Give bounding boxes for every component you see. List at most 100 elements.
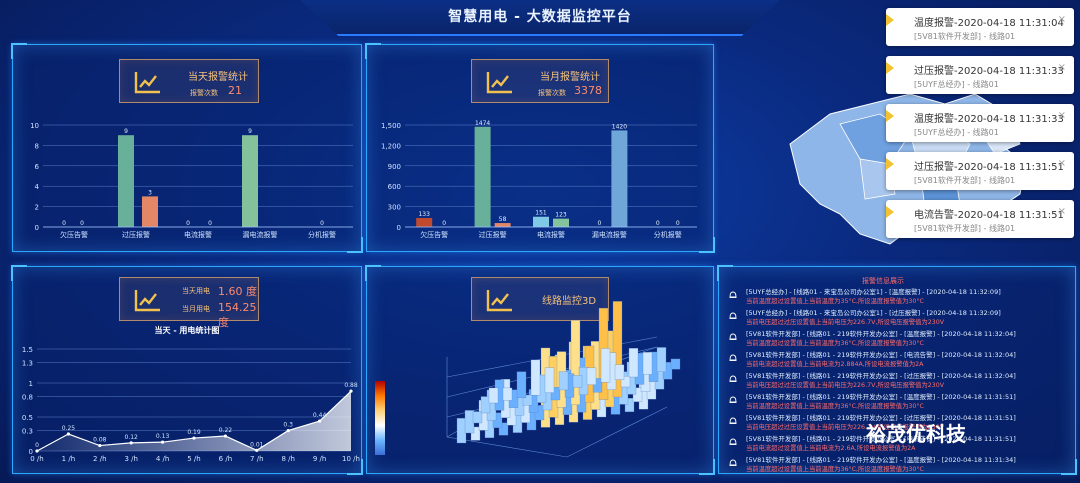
data-point <box>349 389 353 393</box>
y-tick-label: 2 <box>35 204 39 212</box>
data-label: 0 <box>442 220 446 227</box>
close-icon[interactable]: × <box>1058 62 1066 73</box>
bar <box>611 130 628 227</box>
bar-3d <box>600 348 611 383</box>
log-entry[interactable]: [5V81软件开发部] - [线路01 - 219软件开发办公室] - [温度报… <box>722 454 1076 476</box>
notification-title: 电流告警-2020-04-18 11:31:51 <box>914 210 1064 221</box>
data-label: 1420 <box>612 123 627 130</box>
bell-icon <box>729 396 737 403</box>
bar-3d <box>480 396 491 414</box>
bell-icon <box>729 291 737 298</box>
x-tick-label: 过压报警 <box>479 230 507 239</box>
bar-3d <box>614 364 625 380</box>
y-tick-label: 600 <box>388 183 401 191</box>
bar-3d <box>586 367 597 385</box>
bell-icon <box>729 333 737 340</box>
log-entry[interactable]: [5V81软件开发部] - [线路01 - 219软件开发办公室] - [温度报… <box>722 391 1076 413</box>
today-alarm-panel: 当天报警统计 报警次数 21 0 2 4 6 8 10 欠压告警 过压报警 电流报警 漏电流报警 分… <box>11 43 363 253</box>
close-icon[interactable]: × <box>1058 110 1066 121</box>
today-power-value: 1.60 度 <box>218 285 257 298</box>
x-tick-label: 8 /h <box>281 455 294 463</box>
y-tick-label: 8 <box>35 142 39 150</box>
notification-title: 温度报警-2020-04-18 11:31:33 <box>914 114 1064 125</box>
notification[interactable]: 电流告警-2020-04-18 11:31:51 [5V81软件开发部] - 线… <box>886 200 1074 238</box>
bar-3d <box>516 371 527 398</box>
x-tick-label: 9 /h <box>313 455 326 463</box>
x-tick-label: 欠压告警 <box>420 230 448 239</box>
x-tick-label: 过压报警 <box>122 230 150 239</box>
x-tick-label: 分机报警 <box>654 230 682 239</box>
data-label: 0 <box>35 442 39 449</box>
log-entry-text: [5UYF总经办] - [线路01 - 来宝岛公司办公室1] - [温度报警] … <box>746 288 1001 296</box>
watermark: 裕茂优科技 <box>866 422 966 446</box>
x-tick-label: 5 /h <box>187 455 200 463</box>
notification[interactable]: 过压报警-2020-04-18 11:31:33 [5UYF总经办] - 线路0… <box>886 56 1074 94</box>
notification[interactable]: 过压报警-2020-04-18 11:31:51 [5V81软件开发部] - 线… <box>886 152 1074 190</box>
y-tick-label: 1,200 <box>381 142 401 150</box>
y-tick-label: 1,500 <box>381 122 401 130</box>
close-icon[interactable]: × <box>1058 206 1066 217</box>
data-point <box>161 440 165 444</box>
notification-title: 过压报警-2020-04-18 11:31:33 <box>914 66 1064 77</box>
notification-source: [5V81软件开发部] - 线路01 <box>914 176 1016 185</box>
bar <box>416 217 433 227</box>
power-card: 当天用电 1.60 度 当月用电 154.25 度 <box>119 277 259 329</box>
notification-title: 温度报警-2020-04-18 11:31:04 <box>914 18 1064 29</box>
power-line-chart-wrap: 当天 - 用电统计图 0 0.3 0.5 0.8 1 1.3 1.5 0 0 /h 0.25 1 /h… <box>13 323 361 471</box>
bar <box>494 223 511 227</box>
log-entry-text: [5V81软件开发部] - [线路01 - 219软件开发办公室] - [温度报… <box>746 393 1016 401</box>
bar <box>118 135 134 227</box>
today-alarm-title: 当天报警统计 <box>188 72 248 83</box>
close-icon[interactable]: × <box>1058 158 1066 169</box>
notification[interactable]: 温度报警-2020-04-18 11:31:04 [5V81软件开发部] - 线… <box>886 8 1074 46</box>
x-tick-label: 0 /h <box>30 455 43 463</box>
log-entry[interactable]: [5V81软件开发部] - [线路01 - 219软件开发办公室] - [温度报… <box>722 328 1076 350</box>
page-title: 智慧用电 - 大数据监控平台 <box>448 9 632 25</box>
notification-title: 过压报警-2020-04-18 11:31:51 <box>914 162 1064 173</box>
load3d-panel: 线路监控3D <box>365 265 715 475</box>
notification[interactable]: 温度报警-2020-04-18 11:31:33 [5UYF总经办] - 线路0… <box>886 104 1074 142</box>
log-entry-warning: 当前电压超过过压设置值上当前电压为226.7V,所设电压报警值为230V <box>746 319 945 326</box>
notification-source: [5V81软件开发部] - 线路01 <box>914 32 1016 41</box>
data-label: 0.22 <box>219 427 233 434</box>
month-alarm-subtitle: 报警次数 <box>538 89 566 97</box>
bell-icon <box>729 438 737 445</box>
data-label: 9 <box>124 128 128 135</box>
data-point <box>318 419 322 423</box>
log-entry[interactable]: [5V81软件开发部] - [线路01 - 219软件开发办公室] - [过压报… <box>722 370 1076 392</box>
month-alarm-card: 当月报警统计 报警次数 3378 <box>471 59 609 103</box>
trend-chart-icon <box>134 290 160 312</box>
trend-chart-icon <box>134 72 160 94</box>
close-icon[interactable]: × <box>1058 14 1066 25</box>
today-alarm-card: 当天报警统计 报警次数 21 <box>119 59 259 103</box>
data-label: 9 <box>248 128 252 135</box>
bell-icon <box>729 354 737 361</box>
data-label: 0 <box>656 220 660 227</box>
x-tick-label: 3 /h <box>124 455 137 463</box>
bell-icon <box>729 417 737 424</box>
log-entry[interactable]: [5V81软件开发部] - [线路01 - 219软件开发办公室] - [电流告… <box>722 349 1076 371</box>
data-point <box>223 434 227 438</box>
log-entry-warning: 当前温度超过设置值上当前温度为36°C,所设温度报警值为30°C <box>746 403 924 410</box>
log-entry[interactable]: [5UYF总经办] - [线路01 - 来宝岛公司办公室1] - [温度报警] … <box>722 286 1076 308</box>
x-tick-label: 1 /h <box>62 455 75 463</box>
log-entry-text: [5V81软件开发部] - [线路01 - 219软件开发办公室] - [温度报… <box>746 456 1016 464</box>
x-tick-label: 2 /h <box>93 455 106 463</box>
data-label: 0 <box>62 220 66 227</box>
bar-3d <box>488 387 499 404</box>
data-point <box>255 448 259 452</box>
notification-source: [5UYF总经办] - 线路01 <box>914 80 999 89</box>
bar-3d <box>642 352 653 375</box>
log-entry[interactable]: [5UYF总经办] - [线路01 - 来宝岛公司办公室1] - [过压报警] … <box>722 307 1076 329</box>
data-label: 0 <box>320 220 324 227</box>
bell-icon <box>729 312 737 319</box>
data-label: 0.08 <box>93 437 107 444</box>
area-fill <box>37 391 351 451</box>
x-tick-label: 漏电流报警 <box>243 230 278 239</box>
bar-3d <box>628 348 639 378</box>
data-point <box>129 441 133 445</box>
bar <box>553 218 569 227</box>
warning-icon <box>886 110 894 122</box>
bar-3d <box>670 358 681 370</box>
data-label: 0.19 <box>187 429 201 436</box>
